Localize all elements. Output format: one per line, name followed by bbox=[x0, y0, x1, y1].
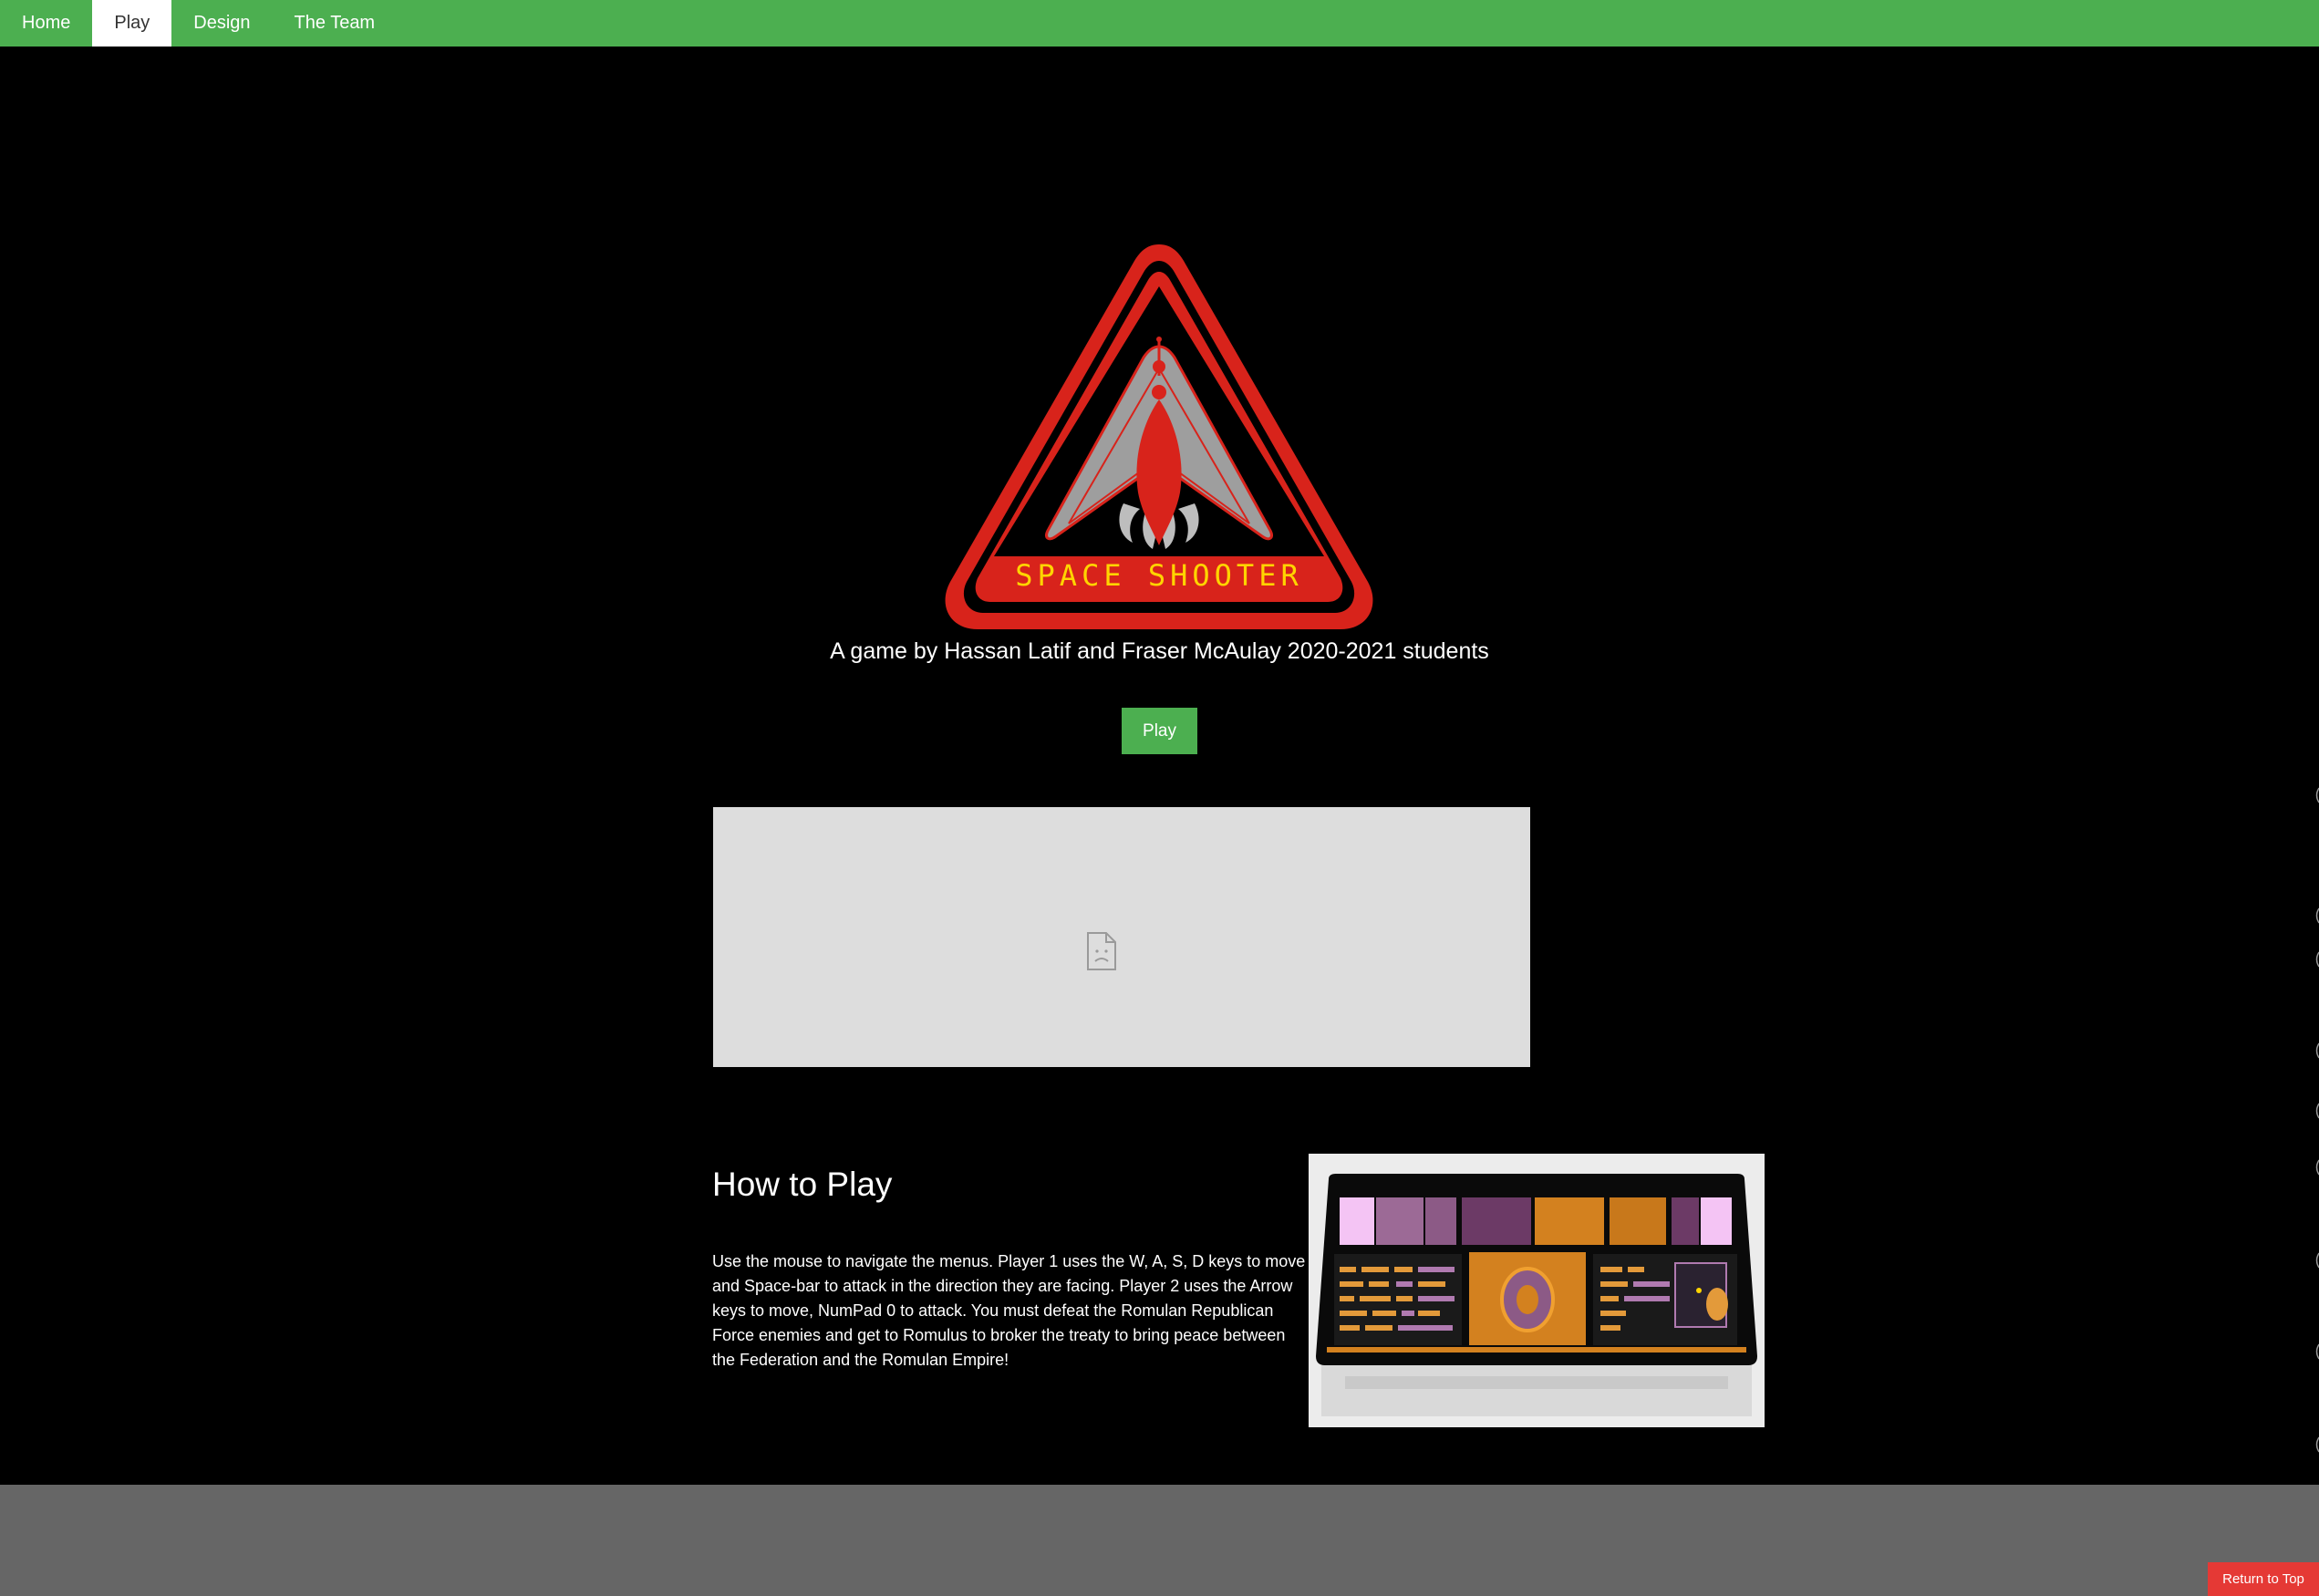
play-button[interactable]: Play bbox=[1122, 708, 1197, 754]
nav-item-the-team[interactable]: The Team bbox=[273, 0, 398, 47]
footer: Return to Top bbox=[0, 1485, 2319, 1596]
nav-item-home[interactable]: Home bbox=[0, 0, 92, 47]
console-panel-image bbox=[1309, 1154, 1765, 1427]
how-to-play-title: How to Play bbox=[712, 1166, 893, 1203]
broken-document-icon bbox=[1087, 931, 1116, 970]
how-to-play-text: Use the mouse to navigate the menus. Pla… bbox=[712, 1252, 1306, 1369]
logo-text: SPACE SHOOTER bbox=[1015, 558, 1302, 593]
space-shooter-logo: SPACE SHOOTER bbox=[945, 244, 1373, 629]
nav-item-design[interactable]: Design bbox=[171, 0, 272, 47]
page: Home Play Design The Team SPACE SHOOTER … bbox=[0, 0, 2319, 1596]
nav-item-play[interactable]: Play bbox=[92, 0, 172, 47]
return-to-top-button[interactable]: Return to Top bbox=[2208, 1562, 2319, 1596]
top-navbar: Home Play Design The Team bbox=[0, 0, 2319, 47]
embedded-game-frame[interactable] bbox=[713, 807, 1530, 1067]
subtitle: A game by Hassan Latif and Fraser McAula… bbox=[830, 638, 1489, 664]
edge-scroll-marks bbox=[2315, 787, 2319, 1549]
